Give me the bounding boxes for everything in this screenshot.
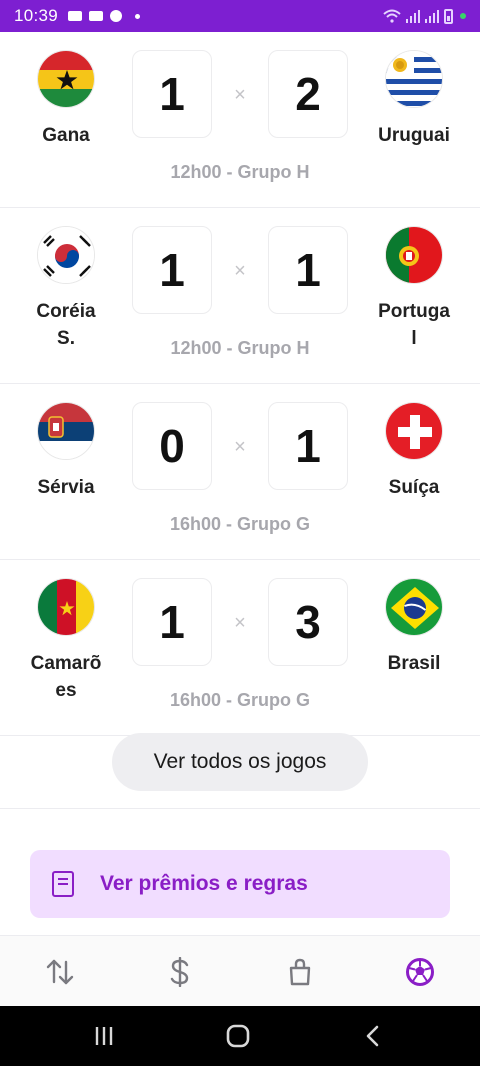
notification-icons [68,10,141,22]
status-bar: 10:39 [0,0,480,32]
home-score[interactable]: 0 [132,402,212,490]
away-team-name: Uruguai [378,125,450,146]
prizes-rules-label: Ver prêmios e regras [100,872,308,895]
home-score[interactable]: 1 [132,578,212,666]
uruguay-flag-icon [385,50,443,108]
soccer-ball-icon [406,958,434,986]
south-korea-flag-icon [37,226,95,284]
away-score[interactable]: 1 [268,402,348,490]
match-info: 16h00 - Grupo G [169,690,311,710]
away-score[interactable]: 2 [268,50,348,138]
ghana-flag-icon [37,50,95,108]
system-icons [383,8,466,24]
home-team-name: Gana [42,125,90,146]
brazil-flag-icon [385,578,443,636]
versus-separator: × [234,84,246,106]
portugal-flag-icon [385,226,443,284]
battery-icon [444,8,453,24]
home-team: Gana [20,50,112,149]
tab-football[interactable] [400,954,440,990]
signal-2-icon [425,9,439,23]
match-info: 16h00 - Grupo G [169,514,311,534]
home-score[interactable]: 1 [132,226,212,314]
shopping-bag-icon [289,958,311,986]
tab-shop[interactable] [280,954,320,990]
away-team: Portugal [368,226,460,352]
versus-separator: × [234,612,246,634]
match-card[interactable]: Coréia S. 1 × 1 Portugal 12h00 - Grupo H [0,208,480,384]
video-call-icon [68,11,83,21]
recent-apps-button[interactable] [92,1022,116,1050]
match-card[interactable]: Sérvia 0 × 1 Suíça 16h00 - Grupo G [0,384,480,560]
away-team: Brasil [368,578,460,677]
serbia-flag-icon [37,402,95,460]
tab-transfers[interactable] [40,954,80,990]
dollar-icon [170,957,189,987]
away-team: Uruguai [368,50,460,149]
home-team-name: Sérvia [37,477,95,498]
match-card[interactable]: Gana 1 × 2 Uruguai 12h00 - Grupo H [0,32,480,208]
home-score[interactable]: 1 [132,50,212,138]
status-time: 10:39 [14,6,59,25]
home-button[interactable] [224,1022,252,1050]
away-team: Suíça [368,402,460,501]
home-icon [226,1024,250,1048]
home-team: Sérvia [20,402,112,501]
divider [0,808,480,809]
see-all-games-button[interactable]: Ver todos os jogos [112,733,368,791]
away-team-name: Brasil [387,653,441,674]
notification-dot-icon [135,13,141,19]
transfer-arrows-icon [46,959,74,985]
back-icon [366,1025,379,1047]
hotspot-icon [110,10,123,22]
switzerland-flag-icon [385,402,443,460]
match-info: 12h00 - Grupo H [170,162,310,182]
home-team: Camarões [20,578,112,704]
privacy-indicator-icon [460,13,466,19]
camera-icon [89,11,104,21]
match-info: 12h00 - Grupo H [170,338,310,358]
away-team-name: Suíça [388,477,440,498]
versus-separator: × [234,260,246,282]
versus-separator: × [234,436,246,458]
android-navigation-bar [0,1006,480,1066]
bottom-tab-bar [0,936,480,1006]
away-score[interactable]: 3 [268,578,348,666]
back-button[interactable] [362,1022,382,1050]
recent-apps-icon [95,1027,113,1045]
match-card[interactable]: Camarões 1 × 3 Brasil 16h00 - Grupo G [0,560,480,736]
tab-money[interactable] [160,954,200,990]
away-score[interactable]: 1 [268,226,348,314]
prizes-rules-button[interactable]: Ver prêmios e regras [30,850,450,918]
match-list: Gana 1 × 2 Uruguai 12h00 - Grupo H Coréi… [0,32,480,736]
book-icon [52,871,74,897]
wifi-icon [383,9,401,23]
cameroon-flag-icon [37,578,95,636]
home-team: Coréia S. [20,226,112,352]
signal-icon [406,9,420,23]
